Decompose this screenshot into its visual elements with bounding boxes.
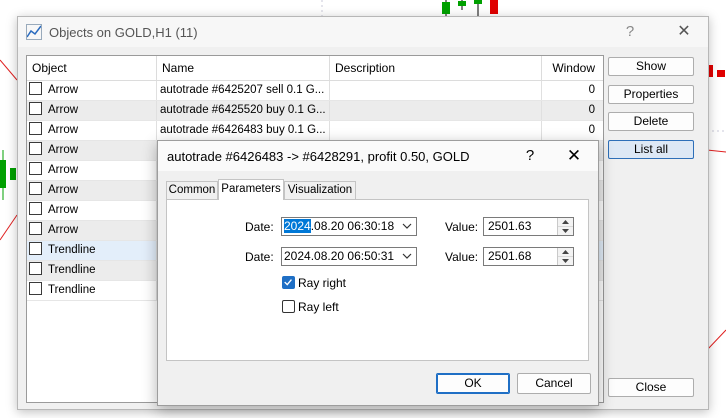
ray-left-checkbox[interactable]	[282, 300, 295, 313]
spin-down-icon[interactable]	[558, 227, 573, 235]
value-spinner-1[interactable]: 2501.63	[483, 217, 574, 236]
row-checkbox[interactable]	[29, 122, 42, 135]
object-type: Trendline	[48, 244, 96, 256]
cancel-button[interactable]: Cancel	[517, 373, 591, 394]
column-header-description[interactable]: Description	[330, 56, 542, 80]
object-type: Arrow	[48, 144, 79, 156]
table-row[interactable]: Arrow autotrade #6425520 buy 0.1 G... 0	[27, 101, 603, 121]
row-checkbox[interactable]	[29, 162, 42, 175]
row-checkbox[interactable]	[29, 82, 42, 95]
object-description	[330, 121, 542, 140]
ok-button[interactable]: OK	[436, 373, 510, 394]
table-header: Object Name Description Window	[27, 56, 603, 81]
object-type: Arrow	[48, 164, 79, 176]
row-checkbox[interactable]	[29, 102, 42, 115]
row-checkbox[interactable]	[29, 242, 42, 255]
object-name: autotrade #6426483 buy 0.1 G...	[157, 121, 330, 140]
date-year-selected: 2024	[284, 219, 311, 233]
spin-down-icon[interactable]	[558, 257, 573, 265]
objects-window-titlebar[interactable]: Objects on GOLD,H1 (11) ? ✕	[18, 17, 708, 47]
value-label-2: Value:	[445, 250, 479, 264]
row-checkbox[interactable]	[29, 222, 42, 235]
row-checkbox[interactable]	[29, 142, 42, 155]
chevron-down-icon	[402, 253, 412, 259]
ray-right-label[interactable]: Ray right	[298, 276, 346, 290]
tab-visualization[interactable]: Visualization	[284, 181, 356, 199]
ray-right-checkbox[interactable]	[282, 276, 295, 289]
object-type: Arrow	[48, 124, 79, 136]
row-checkbox[interactable]	[29, 202, 42, 215]
value-2: 2501.68	[488, 249, 532, 263]
value-1: 2501.63	[488, 219, 532, 233]
close-button[interactable]: Close	[608, 378, 694, 397]
value-spinner-2[interactable]: 2501.68	[483, 247, 574, 266]
object-type: Arrow	[48, 84, 79, 96]
help-button[interactable]: ?	[618, 21, 642, 43]
object-type: Trendline	[48, 264, 96, 276]
date-label-1: Date:	[245, 220, 274, 234]
properties-button[interactable]: Properties	[608, 85, 694, 104]
date-value-2: 2024.08.20 06:50:31	[284, 249, 395, 263]
date-label-2: Date:	[245, 250, 274, 264]
dialog-titlebar[interactable]: autotrade #6426483 -> #6428291, profit 0…	[158, 141, 598, 171]
tab-common[interactable]: Common	[166, 181, 218, 199]
object-window: 0	[588, 84, 595, 96]
parameters-panel: Date: 2024.08.20 06:30:18 Value: 2501.63…	[166, 199, 589, 361]
spin-up-icon[interactable]	[558, 248, 573, 257]
spin-up-icon[interactable]	[558, 218, 573, 227]
object-type: Trendline	[48, 284, 96, 296]
dialog-title: autotrade #6426483 -> #6428291, profit 0…	[167, 149, 470, 164]
dialog-close-button[interactable]: ✕	[562, 145, 586, 167]
table-row[interactable]: Arrow autotrade #6426483 buy 0.1 G... 0	[27, 121, 603, 141]
object-type: Arrow	[48, 104, 79, 116]
object-properties-dialog: autotrade #6426483 -> #6428291, profit 0…	[157, 140, 599, 406]
row-checkbox[interactable]	[29, 262, 42, 275]
object-description	[330, 81, 542, 100]
date-rest: .08.20 06:30:18	[310, 219, 395, 233]
object-type: Arrow	[48, 224, 79, 236]
column-header-object[interactable]: Object	[27, 56, 157, 80]
show-button[interactable]: Show	[608, 57, 694, 76]
object-name: autotrade #6425207 sell 0.1 G...	[157, 81, 330, 100]
object-window: 0	[588, 124, 595, 136]
date-combo-1[interactable]: 2024.08.20 06:30:18	[281, 217, 417, 236]
object-name: autotrade #6425520 buy 0.1 G...	[157, 101, 330, 120]
date-combo-2[interactable]: 2024.08.20 06:50:31	[281, 247, 417, 266]
row-checkbox[interactable]	[29, 282, 42, 295]
object-window: 0	[588, 104, 595, 116]
chevron-down-icon	[402, 223, 412, 229]
objects-window-title: Objects on GOLD,H1 (11)	[49, 25, 198, 40]
tab-parameters[interactable]: Parameters	[218, 179, 284, 200]
column-header-window[interactable]: Window	[542, 56, 603, 80]
value-label-1: Value:	[445, 220, 479, 234]
object-type: Arrow	[48, 204, 79, 216]
chart-line-icon	[26, 24, 42, 40]
object-description	[330, 101, 542, 120]
dialog-help-button[interactable]: ?	[520, 145, 540, 167]
delete-button[interactable]: Delete	[608, 112, 694, 131]
ray-left-label[interactable]: Ray left	[298, 300, 339, 314]
object-type: Arrow	[48, 184, 79, 196]
column-header-name[interactable]: Name	[157, 56, 330, 80]
table-row[interactable]: Arrow autotrade #6425207 sell 0.1 G... 0	[27, 81, 603, 101]
list-all-button[interactable]: List all	[608, 140, 694, 159]
checkmark-icon	[284, 279, 292, 286]
row-checkbox[interactable]	[29, 182, 42, 195]
close-window-button[interactable]: ✕	[670, 21, 698, 43]
